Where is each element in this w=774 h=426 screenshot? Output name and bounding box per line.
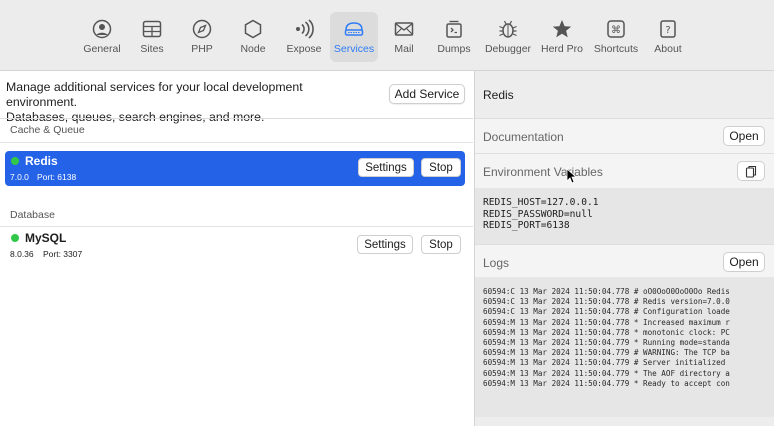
copy-env-button[interactable] [737, 161, 765, 181]
status-dot [11, 157, 19, 165]
debugger-icon [499, 20, 517, 38]
logs-open-button[interactable]: Open [723, 252, 765, 272]
add-service-button[interactable]: Add Service [389, 84, 465, 104]
tab-mail-label: Mail [394, 43, 414, 55]
tab-dumps[interactable]: Dumps [436, 12, 472, 62]
log-line: 60594:M 13 Mar 2024 11:50:04.779 * Ready… [483, 378, 730, 388]
environment-variables-box: REDIS_HOST=127.0.0.1 REDIS_PASSWORD=null… [475, 188, 774, 244]
divider [0, 142, 473, 143]
service-port: Port: 6138 [37, 172, 77, 182]
service-name: MySQL [25, 231, 67, 245]
tab-debugger[interactable]: Debugger [484, 12, 532, 62]
log-line: 60594:M 13 Mar 2024 11:50:04.779 * The A… [483, 368, 730, 378]
detail-title: Redis [483, 88, 514, 102]
svg-text:⌘: ⌘ [611, 25, 621, 36]
expose-icon [296, 19, 314, 39]
mysql-settings-button[interactable]: Settings [357, 235, 413, 254]
tab-expose-label: Expose [286, 43, 322, 55]
documentation-label: Documentation [483, 130, 564, 144]
env-var-line: REDIS_HOST=127.0.0.1 [483, 197, 599, 208]
documentation-row: Documentation Open [475, 118, 774, 153]
log-line: 60594:C 13 Mar 2024 11:50:04.778 # Confi… [483, 307, 730, 317]
log-line: 60594:M 13 Mar 2024 11:50:04.779 * Runni… [483, 338, 730, 348]
tab-about[interactable]: ? About [652, 12, 684, 62]
log-line: 60594:M 13 Mar 2024 11:50:04.778 * Incre… [483, 317, 730, 327]
logs-output[interactable]: 60594:C 13 Mar 2024 11:50:04.778 # oO0Oo… [475, 277, 774, 417]
redis-stop-button[interactable]: Stop [421, 158, 461, 177]
tab-about-label: About [654, 43, 682, 55]
php-icon [192, 19, 212, 39]
logs-label: Logs [483, 256, 510, 270]
dumps-icon [446, 20, 462, 38]
log-line: 60594:C 13 Mar 2024 11:50:04.778 # Redis… [483, 297, 730, 307]
tab-debugger-label: Debugger [484, 43, 532, 55]
svg-text:?: ? [665, 25, 670, 36]
tab-php[interactable]: PHP [184, 12, 220, 62]
service-row-redis[interactable]: Redis 7.0.0 Port: 6138 Settings Stop [5, 151, 465, 186]
tab-sites-label: Sites [140, 43, 164, 55]
mouse-cursor-icon [566, 168, 576, 184]
service-name: Redis [25, 154, 58, 168]
tab-shortcuts-label: Shortcuts [593, 43, 639, 55]
tab-php-label: PHP [191, 43, 213, 55]
log-line: 60594:M 13 Mar 2024 11:50:04.779 # Serve… [483, 358, 726, 368]
env-var-line: REDIS_PASSWORD=null [483, 208, 593, 220]
tab-expose[interactable]: Expose [284, 12, 324, 62]
section-title-cache-queue: Cache & Queue [10, 124, 85, 136]
service-version: 8.0.36 [10, 249, 34, 259]
redis-settings-button[interactable]: Settings [358, 158, 414, 177]
section-title-database: Database [10, 209, 55, 221]
tab-general-label: General [83, 43, 121, 55]
copy-icon [745, 165, 757, 178]
logs-row: Logs Open [475, 244, 774, 279]
tab-dumps-label: Dumps [437, 43, 471, 55]
services-list-panel: Manage additional services for your loca… [0, 71, 473, 426]
mysql-stop-button[interactable]: Stop [421, 235, 461, 254]
tab-node-label: Node [240, 43, 266, 55]
environment-variables-label: Environment Variables [483, 165, 603, 179]
documentation-open-button[interactable]: Open [723, 126, 765, 146]
environment-variables-row: Environment Variables [475, 153, 774, 188]
service-version: 7.0.0 [10, 172, 29, 182]
star-icon [552, 20, 572, 38]
tab-herd-pro[interactable]: Herd Pro [540, 12, 584, 62]
divider [0, 226, 473, 227]
tab-services[interactable]: Services [330, 12, 378, 62]
status-dot [11, 234, 19, 242]
log-line: 60594:M 13 Mar 2024 11:50:04.779 # WARNI… [483, 348, 730, 358]
env-var-line: REDIS_PORT=6138 [483, 220, 570, 232]
tab-mail[interactable]: Mail [388, 12, 420, 62]
intro-line-1: Manage additional services for your loca… [6, 80, 303, 109]
question-icon: ? [660, 20, 676, 38]
tab-shortcuts[interactable]: ⌘ Shortcuts [592, 12, 640, 62]
tab-sites[interactable]: Sites [134, 12, 170, 62]
tab-herd-pro-label: Herd Pro [540, 43, 583, 55]
tab-services-label: Services [333, 43, 375, 55]
preferences-toolbar: General Sites PHP Node Expose Services M… [0, 0, 774, 71]
command-icon: ⌘ [607, 20, 625, 38]
log-line: 60594:C 13 Mar 2024 11:50:04.778 # oO0Oo… [483, 287, 730, 296]
node-icon [244, 19, 262, 39]
divider [0, 118, 473, 119]
tab-node[interactable]: Node [236, 12, 270, 62]
service-row-mysql[interactable]: MySQL 8.0.36 Port: 3307 Settings Stop [5, 228, 465, 263]
mail-icon [394, 22, 414, 36]
sites-icon [142, 20, 162, 38]
general-icon [92, 19, 112, 39]
tab-general[interactable]: General [82, 12, 122, 62]
log-line: 60594:M 13 Mar 2024 11:50:04.778 * monot… [483, 327, 730, 337]
service-detail-panel: Redis Documentation Open Environment Var… [474, 71, 774, 426]
services-icon [344, 22, 364, 36]
service-port: Port: 3307 [43, 249, 83, 259]
